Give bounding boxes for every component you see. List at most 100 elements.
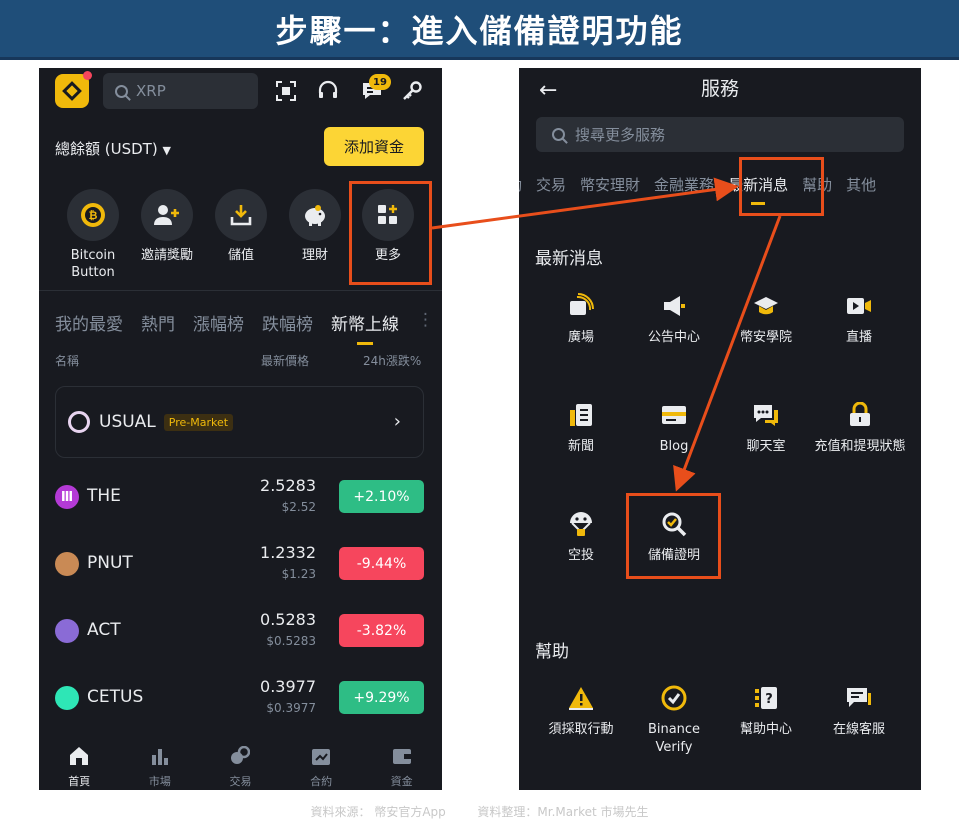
table-row[interactable]: CETUS 0.3977 $0.3977 +9.29% [55,677,424,721]
nav-home[interactable]: 首頁 [39,740,120,790]
tab-other[interactable]: 其他 [846,174,876,195]
home-icon [70,747,89,765]
newspaper-icon [570,404,592,426]
change-badge: +9.29% [339,681,424,714]
service-announcement[interactable]: 公告中心 [629,293,719,347]
service-chatroom[interactable]: 聊天室 [721,402,811,456]
market-tabs: 我的最愛 熱門 漲幅榜 跌幅榜 新幣上線 ⋮ [55,310,434,345]
piggy-bank-icon [305,205,325,226]
download-icon [230,205,252,226]
chat-icon [754,405,778,426]
act-coin-icon [55,619,79,643]
chevron-down-icon: ▼ [162,144,171,157]
tab-earn[interactable]: 幣安理財 [580,174,640,195]
service-search-input[interactable]: 搜尋更多服務 [536,117,904,152]
service-square[interactable]: 廣場 [536,293,626,347]
bitcoin-icon: ₿ [81,203,105,227]
service-help-center[interactable]: ? 幫助中心 [721,685,811,739]
futures-icon [312,749,331,765]
graduation-cap-icon [754,297,778,315]
column-header-price[interactable]: 最新價格 [261,352,309,369]
add-funds-button[interactable]: 添加資金 [324,127,424,166]
tab-favorites[interactable]: 我的最愛 [55,310,123,335]
table-row[interactable]: PNUT 1.2332 $1.23 -9.44% [55,543,424,587]
pnut-coin-icon [55,552,79,576]
bar-chart-icon [151,749,168,765]
usual-coin-icon [68,411,90,433]
blog-icon [662,406,686,424]
shortcut-deposit[interactable]: 儲值 [211,189,271,264]
bottom-nav: 首頁 市場 交易 合約 資金 [39,740,442,790]
title-banner: 步驟一：進入儲備證明功能 [0,0,959,60]
headset-icon[interactable] [317,80,339,102]
table-row[interactable]: Ⅲ THE 2.5283 $2.52 +2.10% [55,476,424,520]
service-deposit-withdraw-status[interactable]: 充值和提現狀態 [814,401,906,456]
tab-new-listings[interactable]: 新幣上線 [331,310,399,345]
service-live[interactable]: 直播 [814,293,904,347]
live-video-icon [847,298,871,314]
lock-icon [850,401,870,426]
source-caption: 資料來源： 幣安官方App 資料整理：Mr.Market 市場先生 [310,805,649,819]
help-center-icon: ? [755,687,777,709]
cetus-coin-icon [55,686,79,710]
search-icon [115,84,128,98]
tab-losers[interactable]: 跌幅榜 [262,310,313,335]
search-input[interactable]: XRP [103,73,258,109]
tab-hot[interactable]: 熱門 [141,310,175,335]
service-news[interactable]: 新聞 [536,402,626,456]
column-header-name: 名稱 [55,354,80,368]
nav-futures[interactable]: 合約 [281,740,362,790]
change-badge: +2.10% [339,480,424,513]
airdrop-icon [570,512,592,536]
tab-trade[interactable]: 交易 [536,174,566,195]
service-blog[interactable]: Blog [629,402,719,456]
tab-more-indicator[interactable]: ⋮ [417,310,434,335]
shortcut-earn[interactable]: 理財 [285,189,345,264]
change-badge: -3.82% [339,614,424,647]
service-academy[interactable]: 幣安學院 [721,293,811,347]
search-text: XRP [136,82,166,100]
warning-icon [569,687,593,710]
page-title: 服務 [700,78,739,100]
service-online-support[interactable]: 在線客服 [814,685,904,739]
svg-text:₿: ₿ [89,209,98,222]
megaphone-icon [664,296,685,316]
key-icon[interactable] [401,80,423,102]
section-title-news: 最新消息 [535,249,603,269]
shortcut-bitcoin-button[interactable]: ₿ Bitcoin Button [63,189,123,281]
tab-partial[interactable]: 動 [519,174,522,195]
change-badge: -9.44% [339,547,424,580]
highlight-latest-news-tab [739,157,824,216]
notification-badge: 19 [369,74,391,90]
services-screen: ← 服務 搜尋更多服務 動 交易 幣安理財 金融業務 最新消息 幫助 其他 最新… [519,68,921,790]
scan-icon[interactable] [275,80,297,102]
verified-badge-icon [661,685,687,711]
column-header-change[interactable]: 24h漲跌% [363,352,421,369]
search-icon [552,128,565,141]
tab-finance[interactable]: 金融業務 [654,174,714,195]
tab-gainers[interactable]: 漲幅榜 [193,310,244,335]
nav-assets[interactable]: 資金 [361,740,442,790]
nav-trade[interactable]: 交易 [200,740,281,790]
nav-markets[interactable]: 市場 [120,740,201,790]
table-row[interactable]: ACT 0.5283 $0.5283 -3.82% [55,610,424,654]
highlight-proof-of-reserves [626,493,721,579]
home-screen: XRP 19 總餘額 (USDT) ▼ 添加資金 ₿ Bitcoin Butto… [39,68,442,790]
trade-icon [231,745,251,764]
support-chat-icon [847,688,871,707]
add-user-icon [154,205,179,225]
svg-text:?: ? [765,692,773,707]
chevron-right-icon: › [393,411,401,432]
service-action-required[interactable]: 須採取行動 [536,685,626,739]
wallet-icon [392,749,411,764]
service-airdrop[interactable]: 空投 [536,511,626,565]
shortcut-referral[interactable]: 邀請獎勵 [137,189,197,264]
pre-market-badge: Pre-Market [163,413,234,431]
section-title-help: 幫助 [535,642,569,662]
featured-coin-card[interactable]: USUAL Pre-Market › [55,386,424,458]
service-binance-verify[interactable]: Binance Verify [629,685,719,757]
total-balance-label[interactable]: 總餘額 (USDT) ▼ [55,138,171,159]
broadcast-icon [570,293,594,315]
binance-logo-icon[interactable] [55,71,92,108]
banner-title: 步驟一：進入儲備證明功能 [275,11,684,50]
